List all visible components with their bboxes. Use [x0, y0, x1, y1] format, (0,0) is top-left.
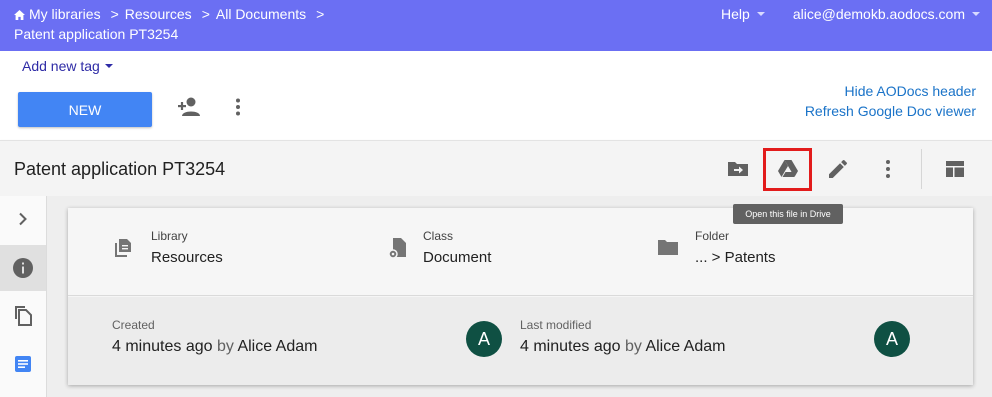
breadcrumb-all-documents[interactable]: All Documents: [216, 6, 306, 22]
home-icon: [14, 10, 25, 20]
add-tag-label: Add new tag: [22, 58, 100, 74]
chevron-right-icon: [19, 212, 27, 226]
modified-label: Last modified: [520, 318, 592, 332]
chevron-down-icon: [756, 12, 765, 16]
breadcrumb-separator: >: [201, 6, 210, 22]
copy-icon: [15, 306, 32, 326]
add-person-icon[interactable]: [176, 96, 202, 118]
hide-aodocs-header-link[interactable]: Hide AODocs header: [805, 81, 976, 101]
help-menu[interactable]: Help: [721, 6, 765, 22]
created-by-label: by: [216, 338, 234, 355]
move-to-folder-icon[interactable]: [726, 157, 750, 181]
document-title: Patent application PT3254: [14, 159, 226, 179]
document-icon: [15, 356, 31, 372]
info-icon: [13, 258, 33, 278]
layout-panel-icon[interactable]: [943, 157, 967, 181]
edit-pencil-icon[interactable]: [826, 157, 850, 181]
document-tab[interactable]: [0, 341, 46, 387]
more-vert-icon[interactable]: [876, 157, 900, 181]
class-value: Document: [423, 249, 492, 266]
refresh-viewer-link[interactable]: Refresh Google Doc viewer: [805, 101, 976, 121]
class-settings-icon: [388, 238, 406, 259]
details-history: Created 4 minutes ago by Alice Adam A La…: [68, 297, 973, 385]
help-label: Help: [721, 6, 750, 22]
modified-time: 4 minutes ago: [520, 338, 621, 355]
document-details-card: Library Resources Class Document Folder …: [68, 208, 973, 385]
created-user: Alice Adam: [237, 338, 318, 355]
breadcrumb-current-document: Patent application PT3254: [14, 26, 179, 42]
library-value: Resources: [151, 249, 223, 266]
created-label: Created: [112, 318, 155, 332]
side-rail: [0, 196, 47, 397]
library-icon: [115, 239, 131, 257]
google-drive-icon[interactable]: [776, 157, 800, 181]
copies-tab[interactable]: [0, 292, 46, 338]
folder-icon: [658, 240, 678, 255]
created-time: 4 minutes ago: [112, 338, 213, 355]
user-menu[interactable]: alice@demokb.aodocs.com: [793, 6, 980, 22]
user-email: alice@demokb.aodocs.com: [792, 6, 965, 22]
breadcrumb-resources[interactable]: Resources: [125, 6, 192, 22]
app-header: My libraries > Resources > All Documents > Pa…: [0, 0, 992, 51]
new-button[interactable]: NEW: [18, 92, 152, 127]
toolbar-divider: [921, 149, 922, 189]
folder-value[interactable]: ... > Patents: [695, 249, 775, 266]
breadcrumb: My libraries > Resources > All Documents >: [14, 6, 330, 22]
folder-label: Folder: [695, 229, 730, 243]
expand-panel-button[interactable]: [0, 196, 46, 242]
class-label: Class: [423, 229, 454, 243]
info-tab[interactable]: [0, 245, 46, 291]
library-label: Library: [151, 229, 188, 243]
add-tag-dropdown[interactable]: Add new tag: [22, 58, 113, 74]
breadcrumb-separator: >: [110, 6, 119, 22]
breadcrumb-separator: >: [316, 6, 325, 22]
chevron-down-icon: [972, 12, 980, 16]
breadcrumb-my-libraries[interactable]: My libraries: [29, 6, 101, 22]
document-toolbar: Patent application PT3254: [0, 140, 992, 196]
chevron-down-icon: [104, 64, 113, 68]
avatar: A: [466, 321, 502, 357]
modified-user: Alice Adam: [645, 338, 726, 355]
more-vert-icon[interactable]: [233, 98, 243, 116]
avatar: A: [874, 321, 910, 357]
modified-by-label: by: [624, 338, 642, 355]
drive-tooltip: Open this file in Drive: [733, 204, 843, 224]
